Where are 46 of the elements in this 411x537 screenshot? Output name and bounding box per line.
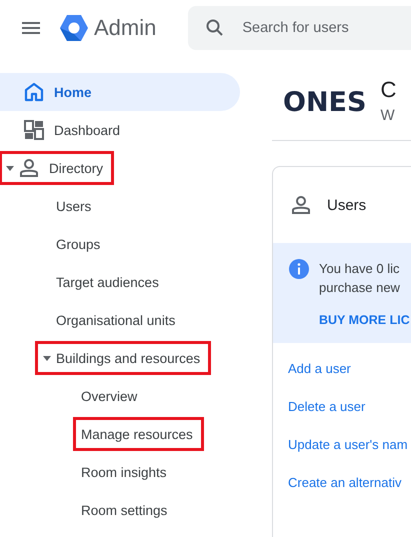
- nav-label: Home: [54, 84, 92, 100]
- app-name: Admin: [94, 15, 156, 41]
- nav-item[interactable]: Buildings and resources: [0, 339, 240, 377]
- nav-item[interactable]: Room settings: [0, 491, 240, 529]
- caret-icon[interactable]: [6, 166, 14, 170]
- nav-label: Groups: [56, 236, 100, 252]
- person-icon: [291, 195, 311, 215]
- task-link[interactable]: Create an alternativ: [288, 464, 411, 502]
- nav-item[interactable]: Directory: [0, 149, 240, 187]
- nav-item[interactable]: Dashboard: [0, 111, 240, 149]
- nav-item[interactable]: Overview: [0, 377, 240, 415]
- nav-item[interactable]: Users: [0, 187, 240, 225]
- search-field[interactable]: Search for users: [188, 6, 411, 50]
- buy-licenses-link[interactable]: BUY MORE LIC: [319, 311, 410, 330]
- hexagon-logo-icon: [59, 14, 89, 42]
- nav-label: Room settings: [81, 502, 168, 518]
- info-icon: [289, 259, 309, 279]
- nav-item[interactable]: Home: [0, 73, 240, 111]
- menu-icon[interactable]: [22, 22, 40, 34]
- nav-label: Users: [56, 198, 92, 214]
- nav-item[interactable]: Organisational units: [0, 301, 240, 339]
- nav-label: Overview: [81, 388, 138, 404]
- card-title: Users: [327, 196, 366, 214]
- nav-label: Room insights: [81, 464, 167, 480]
- nav-label: Manage resources: [81, 426, 193, 442]
- nav-label: Buildings and resources: [56, 350, 200, 366]
- task-link[interactable]: Delete a user: [288, 388, 411, 426]
- task-link[interactable]: Update a user's nam: [288, 426, 411, 464]
- person-icon: [19, 158, 39, 178]
- nav-label: Target audiences: [56, 274, 159, 290]
- notice-text: You have 0 lic: [319, 260, 400, 278]
- nav-label: Organisational units: [56, 312, 176, 328]
- nav-item[interactable]: Target audiences: [0, 263, 240, 301]
- dashboard-icon: [24, 120, 44, 140]
- home-icon: [24, 82, 44, 102]
- nav-item[interactable]: Groups: [0, 225, 240, 263]
- task-link[interactable]: Add a user: [288, 350, 411, 388]
- notice-text: purchase new: [319, 279, 401, 297]
- organization-subtitle: W: [380, 107, 396, 124]
- nav-item[interactable]: Manage resources: [0, 415, 240, 453]
- nav-item[interactable]: Room insights: [0, 453, 240, 491]
- caret-icon[interactable]: [43, 356, 51, 360]
- organization-name: C: [380, 77, 396, 103]
- company-logo: ONES: [283, 87, 366, 118]
- nav-label: Dashboard: [54, 122, 120, 138]
- nav-label: Directory: [49, 160, 104, 176]
